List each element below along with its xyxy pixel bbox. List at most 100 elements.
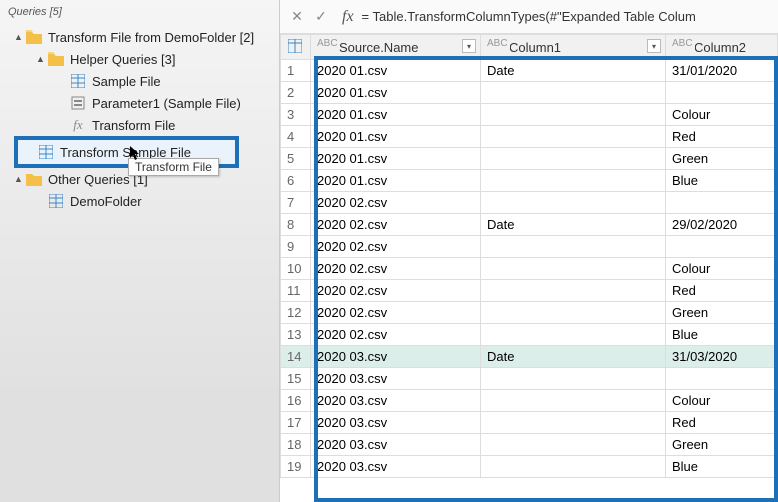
column-filter-dropdown[interactable]: ▾ xyxy=(647,39,661,53)
table-row[interactable]: 192020 03.csv Blue xyxy=(281,456,778,478)
cell-column2[interactable] xyxy=(666,82,778,104)
cell-column1[interactable] xyxy=(481,368,666,390)
query-parameter1[interactable]: Parameter1 (Sample File) xyxy=(0,92,279,114)
cell-column2[interactable]: Green xyxy=(666,302,778,324)
cell-column1[interactable]: Date xyxy=(481,60,666,82)
cell-source-name[interactable]: 2020 02.csv xyxy=(311,280,481,302)
cell-column1[interactable] xyxy=(481,104,666,126)
cell-column2[interactable]: 31/03/2020 xyxy=(666,346,778,368)
cell-source-name[interactable]: 2020 03.csv xyxy=(311,434,481,456)
cell-column1[interactable] xyxy=(481,170,666,192)
cell-column1[interactable] xyxy=(481,302,666,324)
table-row[interactable]: 162020 03.csv Colour xyxy=(281,390,778,412)
table-row[interactable]: 82020 02.csvDate29/02/2020 xyxy=(281,214,778,236)
table-row[interactable]: 52020 01.csvGreen xyxy=(281,148,778,170)
cell-column2[interactable] xyxy=(666,192,778,214)
table-row[interactable]: 42020 01.csvRed xyxy=(281,126,778,148)
column-header-column1[interactable]: ABC Column1 ▾ xyxy=(481,35,666,60)
cell-column1[interactable] xyxy=(481,126,666,148)
cell-column1[interactable]: Date xyxy=(481,214,666,236)
cell-column2[interactable]: 29/02/2020 xyxy=(666,214,778,236)
cell-source-name[interactable]: 2020 03.csv xyxy=(311,368,481,390)
cell-column2[interactable]: Blue xyxy=(666,324,778,346)
cell-column1[interactable] xyxy=(481,236,666,258)
cell-column1[interactable] xyxy=(481,258,666,280)
query-sample-file[interactable]: Sample File xyxy=(0,70,279,92)
table-corner[interactable] xyxy=(281,35,311,60)
cell-column2[interactable] xyxy=(666,368,778,390)
table-row[interactable]: 152020 03.csv xyxy=(281,368,778,390)
column-header-source-name[interactable]: ABC Source.Name ▾ xyxy=(311,35,481,60)
table-row[interactable]: 102020 02.csvColour xyxy=(281,258,778,280)
column-filter-dropdown[interactable]: ▾ xyxy=(462,39,476,53)
cell-source-name[interactable]: 2020 02.csv xyxy=(311,214,481,236)
cell-source-name[interactable]: 2020 01.csv xyxy=(311,104,481,126)
cell-source-name[interactable]: 2020 03.csv xyxy=(311,412,481,434)
row-number: 14 xyxy=(281,346,311,368)
cell-source-name[interactable]: 2020 01.csv xyxy=(311,82,481,104)
cell-source-name[interactable]: 2020 02.csv xyxy=(311,258,481,280)
cell-column1[interactable] xyxy=(481,148,666,170)
table-row[interactable]: 122020 02.csv Green xyxy=(281,302,778,324)
cell-source-name[interactable]: 2020 03.csv xyxy=(311,346,481,368)
table-row[interactable]: 182020 03.csvGreen xyxy=(281,434,778,456)
cell-column1[interactable]: Date xyxy=(481,346,666,368)
cell-source-name[interactable]: 2020 03.csv xyxy=(311,390,481,412)
cell-column2[interactable]: Colour xyxy=(666,104,778,126)
cell-source-name[interactable]: 2020 02.csv xyxy=(311,192,481,214)
cell-source-name[interactable]: 2020 03.csv xyxy=(311,456,481,478)
cell-source-name[interactable]: 2020 02.csv xyxy=(311,324,481,346)
folder-label: Helper Queries [3] xyxy=(70,52,176,67)
query-label: DemoFolder xyxy=(70,194,142,209)
table-row[interactable]: 112020 02.csvRed xyxy=(281,280,778,302)
table-icon xyxy=(38,144,54,160)
query-transform-file[interactable]: fx Transform File xyxy=(0,114,279,136)
cell-column2[interactable]: Green xyxy=(666,434,778,456)
cell-column2[interactable]: Red xyxy=(666,412,778,434)
table-row[interactable]: 62020 01.csvBlue xyxy=(281,170,778,192)
table-row[interactable]: 12020 01.csvDate31/01/2020 xyxy=(281,60,778,82)
query-demofolder[interactable]: DemoFolder xyxy=(0,190,279,212)
cell-column1[interactable] xyxy=(481,390,666,412)
column-header-column2[interactable]: ABC Column2 xyxy=(666,35,778,60)
cell-column2[interactable]: Blue xyxy=(666,456,778,478)
cell-column1[interactable] xyxy=(481,82,666,104)
table-row[interactable]: 32020 01.csvColour xyxy=(281,104,778,126)
table-row[interactable]: 72020 02.csv xyxy=(281,192,778,214)
query-label: Parameter1 (Sample File) xyxy=(92,96,241,111)
cell-column2[interactable]: Green xyxy=(666,148,778,170)
cell-column2[interactable]: Blue xyxy=(666,170,778,192)
accept-formula-button[interactable]: ✓ xyxy=(310,6,332,28)
cancel-formula-button[interactable]: ✕ xyxy=(286,6,308,28)
table-row[interactable]: 92020 02.csv xyxy=(281,236,778,258)
cell-column1[interactable] xyxy=(481,324,666,346)
folder-transform-file[interactable]: ▲ Transform File from DemoFolder [2] xyxy=(0,26,279,48)
cell-source-name[interactable]: 2020 01.csv xyxy=(311,170,481,192)
cell-source-name[interactable]: 2020 01.csv xyxy=(311,126,481,148)
cell-column2[interactable]: Red xyxy=(666,280,778,302)
cell-source-name[interactable]: 2020 02.csv xyxy=(311,236,481,258)
cell-column2[interactable]: 31/01/2020 xyxy=(666,60,778,82)
cell-source-name[interactable]: 2020 02.csv xyxy=(311,302,481,324)
cell-column1[interactable] xyxy=(481,280,666,302)
cell-column1[interactable] xyxy=(481,456,666,478)
table-row[interactable]: 132020 02.csvBlue xyxy=(281,324,778,346)
cell-column2[interactable] xyxy=(666,236,778,258)
cell-column2[interactable]: Red xyxy=(666,126,778,148)
cell-column2[interactable]: Colour xyxy=(666,390,778,412)
row-number: 8 xyxy=(281,214,311,236)
table-row[interactable]: 172020 03.csvRed xyxy=(281,412,778,434)
cell-source-name[interactable]: 2020 01.csv xyxy=(311,60,481,82)
cell-column1[interactable] xyxy=(481,192,666,214)
cell-source-name[interactable]: 2020 01.csv xyxy=(311,148,481,170)
table-row[interactable]: 22020 01.csv xyxy=(281,82,778,104)
row-number: 19 xyxy=(281,456,311,478)
row-number: 12 xyxy=(281,302,311,324)
cell-column1[interactable] xyxy=(481,434,666,456)
table-row[interactable]: 142020 03.csvDate31/03/2020 xyxy=(281,346,778,368)
folder-helper-queries[interactable]: ▲ Helper Queries [3] xyxy=(0,48,279,70)
row-number: 16 xyxy=(281,390,311,412)
cell-column2[interactable]: Colour xyxy=(666,258,778,280)
cell-column1[interactable] xyxy=(481,412,666,434)
formula-input[interactable] xyxy=(362,9,772,24)
